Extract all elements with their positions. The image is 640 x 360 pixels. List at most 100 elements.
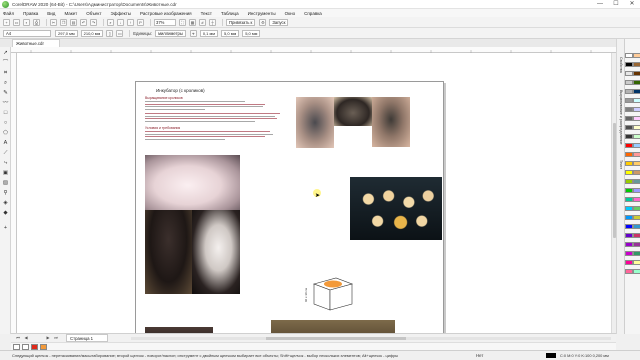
document-heading[interactable]: Инкубатор (с кроликов) bbox=[156, 88, 205, 93]
open-folder-icon[interactable]: ▭ bbox=[13, 18, 20, 26]
palette-color-swatch[interactable] bbox=[633, 197, 640, 202]
duplicate-y-field[interactable]: 5,0 мм bbox=[242, 29, 261, 37]
rectangle-tool-icon[interactable]: □ bbox=[2, 110, 9, 117]
close-button[interactable]: ✕ bbox=[624, 0, 640, 9]
pick-tool-icon[interactable]: ➚ bbox=[2, 50, 9, 57]
document-subheading[interactable]: Выращивание кроликов bbox=[145, 96, 183, 100]
next-page-button[interactable]: ▶ bbox=[45, 335, 51, 341]
export-icon[interactable]: ↑ bbox=[127, 18, 134, 26]
palette-color-swatch[interactable] bbox=[633, 107, 640, 112]
palette-color-swatch[interactable] bbox=[633, 224, 640, 229]
parallel-dimension-tool-icon[interactable]: ⟋ bbox=[2, 150, 9, 157]
palette-color-swatch[interactable] bbox=[633, 242, 640, 247]
minimize-button[interactable]: — bbox=[592, 0, 608, 9]
color-eyedropper-tool-icon[interactable]: ⚲ bbox=[2, 190, 9, 197]
smart-fill-tool-icon[interactable]: ◆ bbox=[2, 210, 9, 217]
search-icon[interactable]: ⌕ bbox=[107, 18, 114, 26]
crop-tool-icon[interactable]: ⌗ bbox=[2, 70, 9, 77]
settings-gear-icon[interactable]: ⚙ bbox=[259, 18, 267, 26]
guidelines-icon[interactable]: ┼ bbox=[209, 18, 216, 26]
previous-page-button[interactable]: ◀ bbox=[23, 335, 29, 341]
palette-color-swatch[interactable] bbox=[625, 125, 633, 130]
menu-text[interactable]: Текст bbox=[201, 11, 212, 16]
palette-color-swatch[interactable] bbox=[633, 170, 640, 175]
rabbit-photo[interactable] bbox=[192, 210, 240, 294]
palette-color-swatch[interactable] bbox=[633, 116, 640, 121]
palette-color-swatch[interactable] bbox=[633, 134, 640, 139]
document-page[interactable]: Инкубатор (с кроликов) Выращивание кроли… bbox=[135, 81, 444, 333]
palette-color-swatch[interactable] bbox=[633, 179, 640, 184]
palette-color-swatch[interactable] bbox=[625, 62, 633, 67]
page-height-field[interactable]: 210,0 мм bbox=[80, 29, 104, 37]
palette-color-swatch[interactable] bbox=[633, 143, 640, 148]
horizontal-scrollbar[interactable] bbox=[131, 337, 611, 340]
import-icon[interactable]: ↓ bbox=[117, 18, 124, 26]
palette-color-swatch[interactable] bbox=[633, 62, 640, 67]
copy-icon[interactable]: ❐ bbox=[60, 18, 67, 26]
chick-photo[interactable] bbox=[334, 97, 372, 126]
undo-icon[interactable]: ↶ bbox=[80, 18, 87, 26]
redo-icon[interactable]: ↷ bbox=[90, 18, 97, 26]
horizontal-scroll-thumb[interactable] bbox=[266, 337, 406, 340]
menu-view[interactable]: Вид bbox=[47, 11, 55, 16]
menu-help[interactable]: Справка bbox=[304, 11, 322, 16]
palette-color-swatch[interactable] bbox=[633, 125, 640, 130]
artistic-media-tool-icon[interactable]: 〰 bbox=[2, 100, 9, 107]
menu-window[interactable]: Окно bbox=[285, 11, 295, 16]
palette-color-swatch[interactable] bbox=[633, 152, 640, 157]
chick-photo[interactable] bbox=[296, 97, 334, 148]
first-page-button[interactable]: ⏮ bbox=[15, 335, 21, 341]
fullscreen-icon[interactable]: ⛶ bbox=[179, 18, 186, 26]
rabbit-photo[interactable] bbox=[145, 210, 192, 294]
palette-color-swatch[interactable] bbox=[625, 251, 633, 256]
save-icon[interactable]: ▪ bbox=[23, 18, 30, 26]
palette-color-swatch[interactable] bbox=[633, 206, 640, 211]
new-document-icon[interactable]: + bbox=[3, 18, 10, 26]
palette-color-swatch[interactable] bbox=[633, 233, 640, 238]
shape-tool-icon[interactable]: ⌒ bbox=[2, 60, 9, 67]
cut-icon[interactable]: ✂ bbox=[50, 18, 57, 26]
zoom-tool-icon[interactable]: ⌕ bbox=[2, 80, 9, 87]
menu-layout[interactable]: Макет bbox=[64, 11, 77, 16]
incubator-box-sketch[interactable] bbox=[306, 274, 356, 314]
launch-dropdown[interactable]: Запуск bbox=[269, 18, 289, 26]
drop-shadow-tool-icon[interactable]: ▣ bbox=[2, 170, 9, 177]
page-width-field[interactable]: 297,0 мм bbox=[55, 29, 78, 37]
document-subheading[interactable]: Условия и требования bbox=[145, 126, 180, 130]
palette-color-swatch[interactable] bbox=[633, 80, 640, 85]
rulers-icon[interactable]: ▦ bbox=[189, 18, 196, 26]
palette-color-swatch[interactable] bbox=[625, 215, 633, 220]
page-tab[interactable]: Страница 1 bbox=[66, 334, 108, 342]
nudge-distance-field[interactable]: 0,1 мм bbox=[199, 29, 219, 37]
menu-edit[interactable]: Правка bbox=[23, 11, 38, 16]
chick-photo[interactable] bbox=[372, 97, 410, 147]
palette-color-swatch[interactable] bbox=[625, 179, 633, 184]
connector-tool-icon[interactable]: ⤷ bbox=[2, 160, 9, 167]
units-select[interactable]: миллиметры bbox=[155, 29, 186, 37]
palette-color-swatch[interactable] bbox=[625, 242, 633, 247]
polygon-tool-icon[interactable]: ⬠ bbox=[2, 130, 9, 137]
zoom-level-select[interactable]: 37% bbox=[154, 18, 176, 26]
palette-color-swatch[interactable] bbox=[625, 152, 633, 157]
drawing-canvas[interactable]: Инкубатор (с кроликов) Выращивание кроли… bbox=[17, 53, 611, 333]
palette-color-swatch[interactable] bbox=[633, 53, 640, 58]
menu-bitmaps[interactable]: Растровые изображения bbox=[140, 11, 192, 16]
pdf-icon[interactable]: P bbox=[137, 18, 144, 26]
palette-color-swatch[interactable] bbox=[625, 161, 633, 166]
interactive-fill-tool-icon[interactable]: ◈ bbox=[2, 200, 9, 207]
outline-indicator[interactable]: C:0 M:0 Y:0 K:100 0,200 мм bbox=[560, 353, 609, 358]
palette-color-swatch[interactable] bbox=[633, 89, 640, 94]
palette-color-swatch[interactable] bbox=[625, 170, 633, 175]
palette-color-swatch[interactable] bbox=[633, 269, 640, 274]
outline-color-swatch[interactable] bbox=[546, 353, 556, 358]
palette-color-swatch[interactable] bbox=[625, 224, 633, 229]
palette-color-swatch[interactable] bbox=[625, 206, 633, 211]
palette-color-swatch[interactable] bbox=[633, 188, 640, 193]
grid-icon[interactable]: # bbox=[199, 18, 206, 26]
document-tab[interactable]: Животные.cdr bbox=[12, 39, 60, 47]
palette-color-swatch[interactable] bbox=[625, 98, 633, 103]
palette-color-swatch[interactable] bbox=[625, 260, 633, 265]
page-size-select[interactable]: A4 bbox=[3, 29, 51, 37]
ellipse-tool-icon[interactable]: ○ bbox=[2, 120, 9, 127]
palette-color-swatch[interactable] bbox=[633, 251, 640, 256]
